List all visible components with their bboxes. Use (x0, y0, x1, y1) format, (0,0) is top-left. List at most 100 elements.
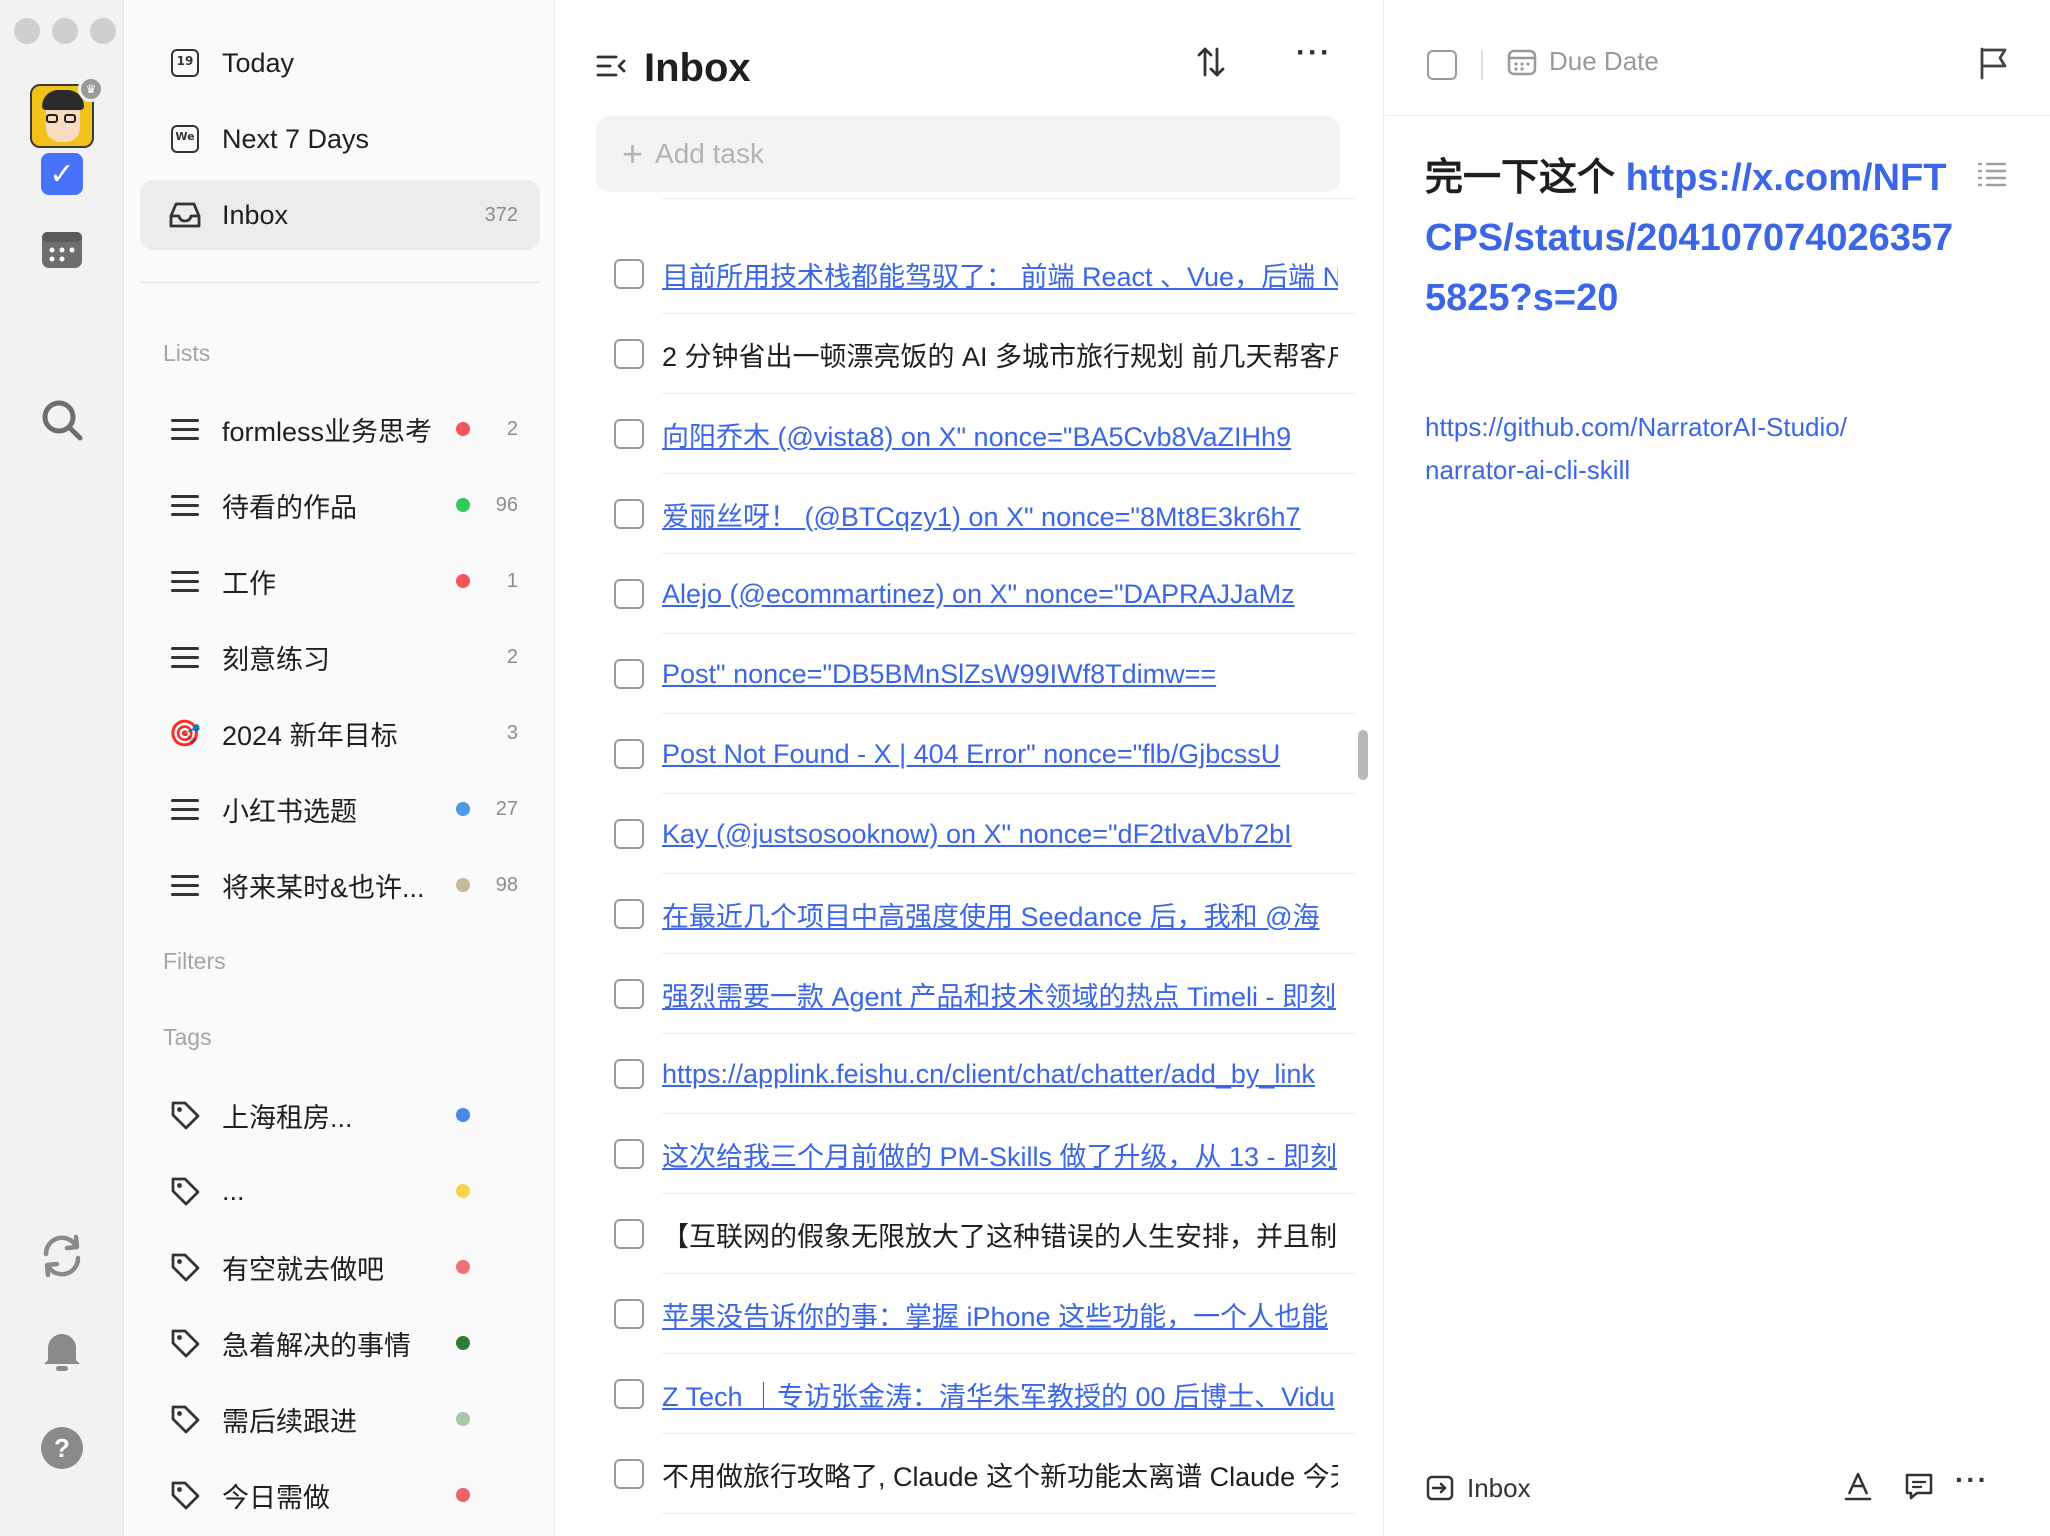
tags-section-label[interactable]: Tags (163, 1024, 212, 1051)
task-row[interactable]: Post Not Found - X | 404 Error" nonce="f… (596, 714, 1356, 794)
sidebar-list-item[interactable]: 🎯 2024 新年目标 3 (140, 698, 540, 768)
sidebar-list-item[interactable]: 工作 1 (140, 546, 540, 616)
sync-icon (43, 1234, 81, 1278)
sidebar-tag-item[interactable]: ... (140, 1156, 540, 1226)
sidebar-tag-item[interactable]: 急着解决的事情 (140, 1308, 540, 1378)
sidebar-item-next-7-days[interactable]: We Next 7 Days (140, 104, 540, 174)
list-count: 27 (495, 797, 518, 820)
move-to-list-button[interactable]: Inbox (1425, 1473, 1531, 1504)
task-checkbox[interactable] (614, 1459, 644, 1489)
task-title[interactable]: 完一下这个 https://x.com/NFTCPS/status/204107… (1425, 148, 1965, 328)
sidebar-item-inbox[interactable]: Inbox 372 (140, 180, 540, 250)
task-title-link[interactable]: 这次给我三个月前做的 PM-Skills 做了升级，从 13 - 即刻 (662, 1135, 1338, 1174)
task-checkbox[interactable] (614, 1139, 644, 1169)
task-row[interactable]: 苹果没告诉你的事：掌握 iPhone 这些功能，一个人也能 (596, 1274, 1356, 1354)
task-title-link[interactable]: https://applink.feishu.cn/client/chat/ch… (662, 1059, 1338, 1090)
sidebar-tag-item[interactable]: 今日需做 (140, 1460, 540, 1530)
priority-flag-button[interactable] (1977, 46, 2009, 85)
task-checkbox[interactable] (614, 1059, 644, 1089)
due-date-button[interactable]: Due Date (1507, 46, 1659, 77)
close-window-button[interactable] (14, 18, 40, 44)
sidebar-list-item[interactable]: 将来某时&也许... 98 (140, 850, 540, 920)
task-row[interactable]: 爱丽丝呀！ (@BTCqzy1) on X" nonce="8Mt8E3kr6h… (596, 474, 1356, 554)
sidebar-tag-item[interactable]: 有空就去做吧 (140, 1232, 540, 1302)
sidebar-tag-item[interactable]: 需后续跟进 (140, 1384, 540, 1454)
task-title-link[interactable]: 爱丽丝呀！ (@BTCqzy1) on X" nonce="8Mt8E3kr6h… (662, 495, 1338, 534)
detail-complete-checkbox[interactable] (1427, 50, 1457, 80)
minimize-window-button[interactable] (52, 18, 78, 44)
task-title-link[interactable]: 在最近几个项目中高强度使用 Seedance 后，我和 @海 (662, 895, 1338, 934)
task-checkbox[interactable] (614, 899, 644, 929)
list-header: Inbox ··· (596, 36, 1356, 100)
task-title-link[interactable]: 目前所用技术栈都能驾驭了： 前端 React 、Vue，后端 Node (662, 255, 1338, 294)
filters-section-label[interactable]: Filters (163, 948, 226, 975)
sidebar-toggle-button[interactable] (596, 53, 626, 84)
task-checkbox[interactable] (614, 659, 644, 689)
task-checkbox[interactable] (614, 739, 644, 769)
task-row[interactable]: Post" nonce="DB5BMnSlZsW99IWf8Tdimw== (596, 634, 1356, 714)
search-nav-button[interactable] (38, 396, 86, 444)
sidebar-tag-item[interactable]: 上海租房... (140, 1080, 540, 1150)
task-description[interactable]: https://github.com/NarratorAI-Studio/ na… (1425, 406, 1985, 492)
task-checkbox[interactable] (614, 979, 644, 1009)
task-title-link[interactable]: Post Not Found - X | 404 Error" nonce="f… (662, 739, 1338, 770)
task-title-link[interactable]: Z Tech ｜专访张金涛：清华朱军教授的 00 后博士、Vidu (662, 1375, 1338, 1414)
task-row[interactable]: 在最近几个项目中高强度使用 Seedance 后，我和 @海 (596, 874, 1356, 954)
calendar-week-icon: We (168, 122, 202, 156)
sort-button[interactable] (1196, 46, 1226, 86)
task-row[interactable]: 向阳乔木 (@vista8) on X" nonce="BA5Cvb8VaZIH… (596, 394, 1356, 474)
help-button[interactable]: ? (38, 1424, 86, 1472)
task-checkbox[interactable] (614, 1219, 644, 1249)
add-task-input[interactable]: + Add task (596, 116, 1340, 192)
task-title-link[interactable]: 强烈需要一款 Agent 产品和技术领域的热点 Timeli - 即刻 (662, 975, 1338, 1014)
task-title-link[interactable]: Alejo (@ecommartinez) on X" nonce="DAPRA… (662, 579, 1338, 610)
task-checkbox[interactable] (614, 499, 644, 529)
task-row[interactable]: 不用做旅行攻略了, Claude 这个新功能太离谱 Claude 今天 (596, 1434, 1356, 1514)
sidebar-list-item[interactable]: 刻意练习 2 (140, 622, 540, 692)
task-row[interactable]: https://applink.feishu.cn/client/chat/ch… (596, 1034, 1356, 1114)
sidebar-list-item[interactable]: 小红书选题 27 (140, 774, 540, 844)
app-window: ♛ ✓ ? 19 Today We Next 7 Days Inbox 372 … (0, 0, 2050, 1536)
task-row[interactable]: 目前所用技术栈都能驾驭了： 前端 React 、Vue，后端 Node (596, 234, 1356, 314)
task-row[interactable]: 2 分钟省出一顿漂亮饭的 AI 多城市旅行规划 前几天帮客户整理 (596, 314, 1356, 394)
task-checkbox[interactable] (614, 579, 644, 609)
task-title-link[interactable]: Post" nonce="DB5BMnSlZsW99IWf8Tdimw== (662, 659, 1338, 690)
current-list-name: Inbox (1467, 1472, 1531, 1503)
task-checkbox[interactable] (614, 819, 644, 849)
text-format-button[interactable] (1843, 1470, 1873, 1507)
task-title-link[interactable]: Kay (@justsosooknow) on X" nonce="dF2tlv… (662, 819, 1338, 850)
sync-button[interactable] (38, 1232, 86, 1280)
task-checkbox[interactable] (614, 1379, 644, 1409)
task-row[interactable]: Z Tech ｜专访张金涛：清华朱军教授的 00 后博士、Vidu (596, 1354, 1356, 1434)
sidebar-list-item[interactable]: 待看的作品 96 (140, 470, 540, 540)
task-row[interactable]: Alejo (@ecommartinez) on X" nonce="DAPRA… (596, 554, 1356, 634)
notifications-button[interactable] (38, 1326, 86, 1374)
target-icon: 🎯 (168, 717, 202, 748)
more-options-icon[interactable]: ··· (1955, 1464, 1989, 1496)
scrollbar-thumb[interactable] (1358, 730, 1368, 780)
more-options-icon[interactable]: ··· (1296, 36, 1332, 70)
zoom-window-button[interactable] (90, 18, 116, 44)
task-row[interactable]: 强烈需要一款 Agent 产品和技术领域的热点 Timeli - 即刻 (596, 954, 1356, 1034)
lists-section-label[interactable]: Lists (163, 340, 210, 367)
task-checkbox[interactable] (614, 419, 644, 449)
comment-button[interactable] (1903, 1470, 1935, 1507)
task-row[interactable]: 这次给我三个月前做的 PM-Skills 做了升级，从 13 - 即刻 (596, 1114, 1356, 1194)
task-row[interactable]: 【互联网的假象无限放大了这种错误的人生安排，并且制造焦虑 (596, 1194, 1356, 1274)
task-title-link[interactable]: 向阳乔木 (@vista8) on X" nonce="BA5Cvb8VaZIH… (662, 415, 1338, 454)
tasks-nav-button[interactable]: ✓ (38, 150, 86, 198)
sidebar-item-label: 待看的作品 (222, 492, 357, 523)
list-icon (168, 488, 202, 522)
calendar-nav-button[interactable] (38, 224, 86, 272)
task-checkbox[interactable] (614, 339, 644, 369)
description-link-continued[interactable]: narrator-ai-cli-skill (1425, 449, 1985, 492)
outline-button[interactable] (1977, 160, 2007, 193)
task-title-link[interactable]: 苹果没告诉你的事：掌握 iPhone 这些功能，一个人也能 (662, 1295, 1338, 1334)
task-checkbox[interactable] (614, 1299, 644, 1329)
sidebar-list-item[interactable]: formless业务思考 2 (140, 394, 540, 464)
sidebar-item-label: 工作 (222, 568, 276, 599)
sidebar-item-today[interactable]: 19 Today (140, 28, 540, 98)
task-row[interactable]: Kay (@justsosooknow) on X" nonce="dF2tlv… (596, 794, 1356, 874)
task-checkbox[interactable] (614, 259, 644, 289)
description-link[interactable]: https://github.com/NarratorAI-Studio/ (1425, 406, 1985, 449)
